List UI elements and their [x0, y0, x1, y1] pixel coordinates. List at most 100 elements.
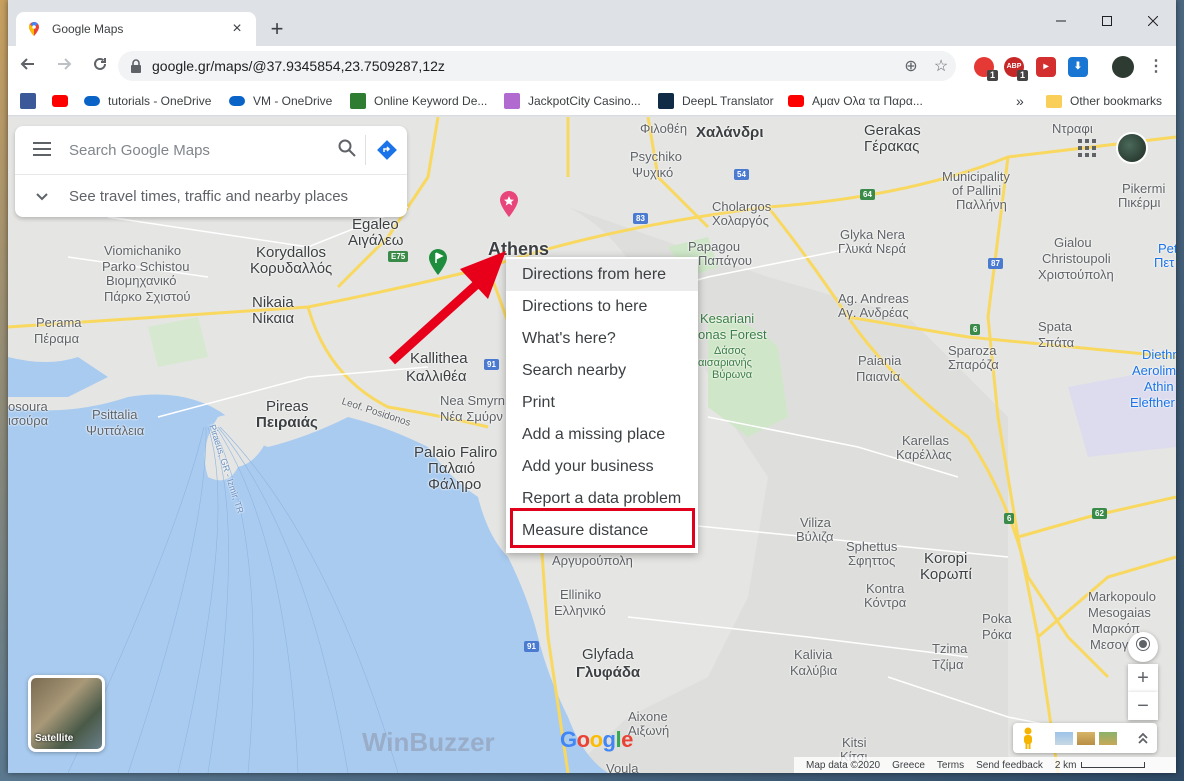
place-label[interactable]: Νίκαια	[252, 311, 294, 327]
record-extension-icon[interactable]: ▸	[1036, 57, 1056, 77]
menu-button[interactable]	[15, 139, 69, 162]
place-label[interactable]: Ψυχικό	[632, 165, 673, 181]
browser-menu-icon[interactable]: ⋮	[1146, 57, 1166, 77]
tab-close-button[interactable]: ×	[228, 20, 246, 38]
place-label[interactable]: Καρέλλας	[896, 447, 952, 463]
place-label[interactable]: Elefther	[1130, 395, 1175, 411]
extension-icon-1[interactable]: 1	[974, 57, 998, 81]
place-label[interactable]: Perama	[36, 315, 82, 331]
download-extension-icon[interactable]: ⬇	[1068, 57, 1088, 77]
place-label[interactable]: Πικέρμι	[1118, 195, 1160, 211]
bookmark-vm-onedrive[interactable]: VM - OneDrive	[229, 92, 332, 110]
place-label[interactable]: Spata	[1038, 319, 1072, 335]
place-label[interactable]: Γλυκά Νερά	[838, 241, 906, 257]
imagery-thumbnail[interactable]	[1099, 732, 1117, 745]
address-bar[interactable]: google.gr/maps/@37.9345854,23.7509287,12…	[118, 51, 956, 81]
reload-button[interactable]	[84, 50, 116, 82]
forward-button[interactable]	[48, 50, 80, 82]
place-label[interactable]: Poka	[982, 611, 1012, 627]
place-label[interactable]: Φιλοθέη	[640, 121, 687, 137]
place-label[interactable]: Παλαιό	[428, 461, 475, 477]
bookmark-youtube-playlist[interactable]: Αμαν Ολα τα Παρα...	[788, 92, 923, 110]
place-label[interactable]: Πειραιάς	[256, 415, 318, 431]
bookmark-youtube[interactable]	[52, 92, 76, 110]
place-label[interactable]: Σπαρόζα	[948, 357, 999, 373]
menu-item-add-your-business[interactable]: Add your business	[506, 451, 698, 483]
place-label[interactable]: Κορωπί	[920, 567, 972, 583]
place-label[interactable]: Αργυρούπολη	[552, 553, 633, 569]
imagery-thumbnail[interactable]	[1055, 732, 1073, 745]
menu-item-whats-here[interactable]: What's here?	[506, 323, 698, 355]
place-label[interactable]: Αγ. Ανδρέας	[838, 305, 909, 321]
place-label[interactable]: Diethn	[1142, 347, 1176, 363]
send-feedback-link[interactable]: Send feedback	[976, 760, 1043, 771]
tab-google-maps[interactable]: Google Maps ×	[16, 12, 256, 46]
map-pin-icon[interactable]	[500, 191, 518, 217]
place-label[interactable]: Gialou	[1054, 235, 1092, 251]
place-label[interactable]: Psychiko	[630, 149, 682, 165]
place-label[interactable]: Ρόκα	[982, 627, 1012, 643]
place-label[interactable]: Ελληνικό	[554, 603, 606, 619]
place-label[interactable]: Kalivia	[794, 647, 832, 663]
place-label[interactable]: Βιομηχανικό	[106, 273, 176, 289]
search-button[interactable]	[329, 139, 365, 162]
place-label[interactable]: Voula	[606, 761, 639, 773]
new-tab-button[interactable]: +	[264, 16, 290, 42]
place-label[interactable]: Korydallos	[256, 245, 326, 261]
place-label[interactable]: Καλύβια	[790, 663, 837, 679]
bookmark-tutorials-onedrive[interactable]: tutorials - OneDrive	[84, 92, 211, 110]
place-label[interactable]: Glyfada	[582, 647, 634, 663]
place-label[interactable]: ισούρα	[8, 413, 48, 429]
google-apps-icon[interactable]	[1076, 137, 1098, 159]
map-canvas[interactable]: 54 83 64 E75 87 6 91 6 62 91 6 Φιλοθέη Χ…	[8, 117, 1176, 773]
place-label[interactable]: Παπάγου	[698, 253, 752, 269]
place-label[interactable]: Σφηττος	[848, 553, 895, 569]
place-label[interactable]: Tzima	[932, 641, 967, 657]
place-label[interactable]: Χριστούπολη	[1038, 267, 1114, 283]
place-label[interactable]: Aerolim	[1132, 363, 1176, 379]
bookmark-deepl[interactable]: DeepL Translator	[658, 92, 774, 110]
place-label[interactable]: Ψυττάλεια	[86, 423, 144, 439]
map-data-attribution[interactable]: Map data ©2020	[806, 760, 880, 771]
place-label[interactable]: onas Forest	[698, 327, 767, 343]
place-label[interactable]: Χολαργός	[712, 213, 769, 229]
region-link[interactable]: Greece	[892, 760, 925, 771]
zoom-in-button[interactable]: +	[1128, 664, 1158, 692]
place-label[interactable]: Τζίμα	[932, 657, 964, 673]
place-label[interactable]: Paiania	[858, 353, 901, 369]
place-label[interactable]: Κορυδαλλός	[250, 261, 332, 277]
place-label[interactable]: Athens	[488, 240, 549, 258]
park-pin-icon[interactable]	[429, 249, 447, 275]
place-label[interactable]: Αιξωνή	[628, 723, 669, 739]
terms-link[interactable]: Terms	[937, 760, 964, 771]
bookmark-keyword-tool[interactable]: Online Keyword De...	[350, 92, 487, 110]
pegman-icon[interactable]	[1021, 727, 1035, 749]
place-label[interactable]: Elliniko	[560, 587, 601, 603]
bookmarks-overflow-button[interactable]: »	[1016, 92, 1024, 110]
place-label[interactable]: Γλυφάδα	[576, 665, 640, 681]
place-label[interactable]: Nea Smyrni	[440, 393, 508, 409]
back-button[interactable]	[12, 50, 44, 82]
place-label[interactable]: Κόντρα	[864, 595, 906, 611]
close-window-button[interactable]	[1130, 6, 1176, 36]
bookmark-jackpotcity[interactable]: JackpotCity Casino...	[504, 92, 641, 110]
directions-button[interactable]	[365, 135, 407, 165]
place-label[interactable]: Palaio Faliro	[414, 445, 497, 461]
place-label[interactable]: Σπάτα	[1038, 335, 1074, 351]
scale-label[interactable]: 2 km	[1055, 760, 1077, 771]
place-label[interactable]: Πετ	[1154, 255, 1174, 271]
place-label[interactable]: Kallithea	[410, 351, 468, 367]
adblock-plus-icon[interactable]: ABP 1	[1004, 57, 1028, 81]
search-input[interactable]: Search Google Maps	[69, 142, 329, 159]
account-avatar[interactable]	[1116, 132, 1148, 164]
travel-times-row[interactable]: See travel times, traffic and nearby pla…	[15, 174, 407, 217]
place-label[interactable]: Christoupoli	[1042, 251, 1111, 267]
place-label[interactable]: Βύρωνα	[712, 367, 752, 383]
minimize-button[interactable]	[1038, 6, 1084, 36]
place-label[interactable]: Kesariani	[700, 311, 754, 327]
place-label[interactable]: Γέρακας	[864, 139, 919, 155]
place-label[interactable]: Nikaia	[252, 295, 294, 311]
menu-item-directions-from-here[interactable]: Directions from here	[506, 259, 698, 291]
place-label[interactable]: Φάληρο	[428, 477, 481, 493]
other-bookmarks-folder[interactable]: Other bookmarks	[1046, 92, 1162, 110]
